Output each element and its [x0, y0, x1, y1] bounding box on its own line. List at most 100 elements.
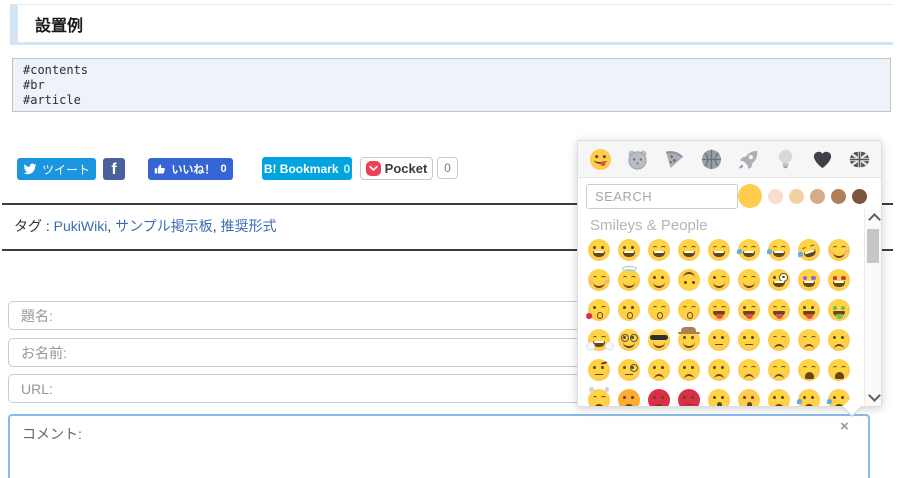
pocket-button[interactable]: Pocket — [360, 157, 433, 180]
emoji[interactable] — [764, 295, 794, 325]
emoji[interactable] — [584, 385, 614, 406]
emoji-picker: Smileys & People — [577, 140, 882, 407]
emoji-search-input[interactable] — [586, 183, 738, 209]
emoji[interactable] — [794, 265, 824, 295]
emoji[interactable] — [644, 235, 674, 265]
emoji[interactable] — [734, 235, 764, 265]
emoji[interactable] — [674, 235, 704, 265]
emoji[interactable] — [644, 355, 674, 385]
emoji[interactable] — [704, 235, 734, 265]
emoji[interactable] — [764, 325, 794, 355]
emoji[interactable] — [644, 325, 674, 355]
emoji[interactable] — [824, 235, 854, 265]
emoji[interactable] — [704, 265, 734, 295]
like-count: 0 — [220, 163, 227, 175]
emoji-row — [584, 385, 856, 406]
emoji-row — [584, 265, 856, 295]
picker-category-tabs — [578, 141, 881, 178]
emoji[interactable] — [764, 385, 794, 406]
emoji[interactable] — [824, 295, 854, 325]
tag-link[interactable]: サンプル掲示板 — [115, 218, 213, 234]
scrollbar-thumb[interactable] — [867, 229, 879, 263]
emoji[interactable] — [614, 355, 644, 385]
picker-section-title: Smileys & People — [590, 217, 708, 234]
emoji[interactable] — [614, 295, 644, 325]
skin-tone-2[interactable] — [768, 188, 783, 204]
category-tab-travel-places-icon[interactable] — [736, 147, 760, 171]
emoji[interactable] — [824, 325, 854, 355]
emoji[interactable] — [584, 355, 614, 385]
code-text: #contents #br #article — [23, 63, 89, 107]
emoji[interactable] — [734, 265, 764, 295]
category-tab-food-drink-icon[interactable] — [662, 147, 686, 171]
emoji[interactable] — [614, 325, 644, 355]
emoji[interactable] — [614, 235, 644, 265]
category-tab-objects-icon[interactable] — [773, 147, 797, 171]
emoji[interactable] — [644, 265, 674, 295]
category-tab-activity-icon[interactable] — [699, 147, 723, 171]
pocket-icon — [365, 161, 381, 176]
emoji-grid — [584, 235, 856, 406]
scroll-up-icon[interactable] — [868, 213, 881, 226]
emoji-row — [584, 325, 856, 355]
emoji[interactable] — [794, 295, 824, 325]
emoji[interactable] — [674, 325, 704, 355]
emoji[interactable] — [794, 325, 824, 355]
emoji[interactable] — [824, 265, 854, 295]
emoji[interactable] — [674, 385, 704, 406]
hatena-bookmark-button[interactable]: B! Bookmark 0 — [262, 157, 352, 180]
pocket-count-bubble: 0 — [437, 157, 458, 179]
emoji[interactable] — [584, 295, 614, 325]
emoji[interactable] — [734, 385, 764, 406]
skin-tone-3[interactable] — [789, 188, 804, 204]
emoji[interactable] — [734, 355, 764, 385]
emoji[interactable] — [674, 265, 704, 295]
emoji[interactable] — [704, 385, 734, 406]
emoji[interactable] — [644, 295, 674, 325]
emoji[interactable] — [794, 235, 824, 265]
facebook-like-button[interactable]: いいね！ 0 — [148, 158, 233, 180]
skin-tone-1[interactable] — [738, 184, 762, 208]
emoji[interactable] — [704, 355, 734, 385]
emoji[interactable] — [674, 355, 704, 385]
emoji[interactable] — [794, 385, 824, 406]
tag-link[interactable]: 推奨形式 — [221, 218, 277, 234]
category-tab-flags-icon[interactable] — [847, 147, 871, 171]
tweet-button[interactable]: ツイート — [17, 158, 96, 180]
skin-tone-4[interactable] — [810, 188, 825, 204]
emoji[interactable] — [674, 295, 704, 325]
skin-tone-6[interactable] — [852, 188, 867, 204]
category-tab-animals-nature-icon[interactable] — [625, 147, 649, 171]
picker-close-icon[interactable]: × — [840, 419, 849, 434]
tag-list: タグ : PukiWiki, サンプル掲示板, 推奨形式 — [14, 218, 277, 234]
facebook-button[interactable]: f — [103, 158, 125, 180]
code-block: #contents #br #article — [12, 58, 891, 112]
picker-search-row — [578, 178, 881, 214]
emoji[interactable] — [584, 325, 614, 355]
category-tab-symbols-icon[interactable] — [810, 147, 834, 171]
emoji[interactable] — [764, 355, 794, 385]
pocket-label: Pocket — [384, 161, 428, 176]
tweet-label: ツイート — [41, 162, 90, 177]
picker-scrollbar[interactable] — [864, 209, 881, 406]
page: 設置例 #contents #br #article ツイート f いいね！ 0… — [0, 0, 910, 478]
emoji[interactable] — [734, 295, 764, 325]
emoji[interactable] — [764, 265, 794, 295]
skin-tone-5[interactable] — [831, 188, 846, 204]
category-tab-smileys-people-icon[interactable] — [588, 147, 612, 171]
emoji[interactable] — [734, 325, 764, 355]
emoji[interactable] — [644, 385, 674, 406]
emoji[interactable] — [584, 235, 614, 265]
emoji[interactable] — [704, 325, 734, 355]
emoji[interactable] — [584, 265, 614, 295]
emoji[interactable] — [824, 355, 854, 385]
comment-textarea[interactable] — [8, 414, 870, 478]
thumbs-up-icon — [155, 164, 166, 174]
scroll-down-icon[interactable] — [868, 389, 881, 402]
emoji[interactable] — [614, 385, 644, 406]
emoji[interactable] — [794, 355, 824, 385]
emoji[interactable] — [764, 235, 794, 265]
tag-link[interactable]: PukiWiki — [54, 218, 108, 234]
emoji[interactable] — [704, 295, 734, 325]
emoji[interactable] — [614, 265, 644, 295]
